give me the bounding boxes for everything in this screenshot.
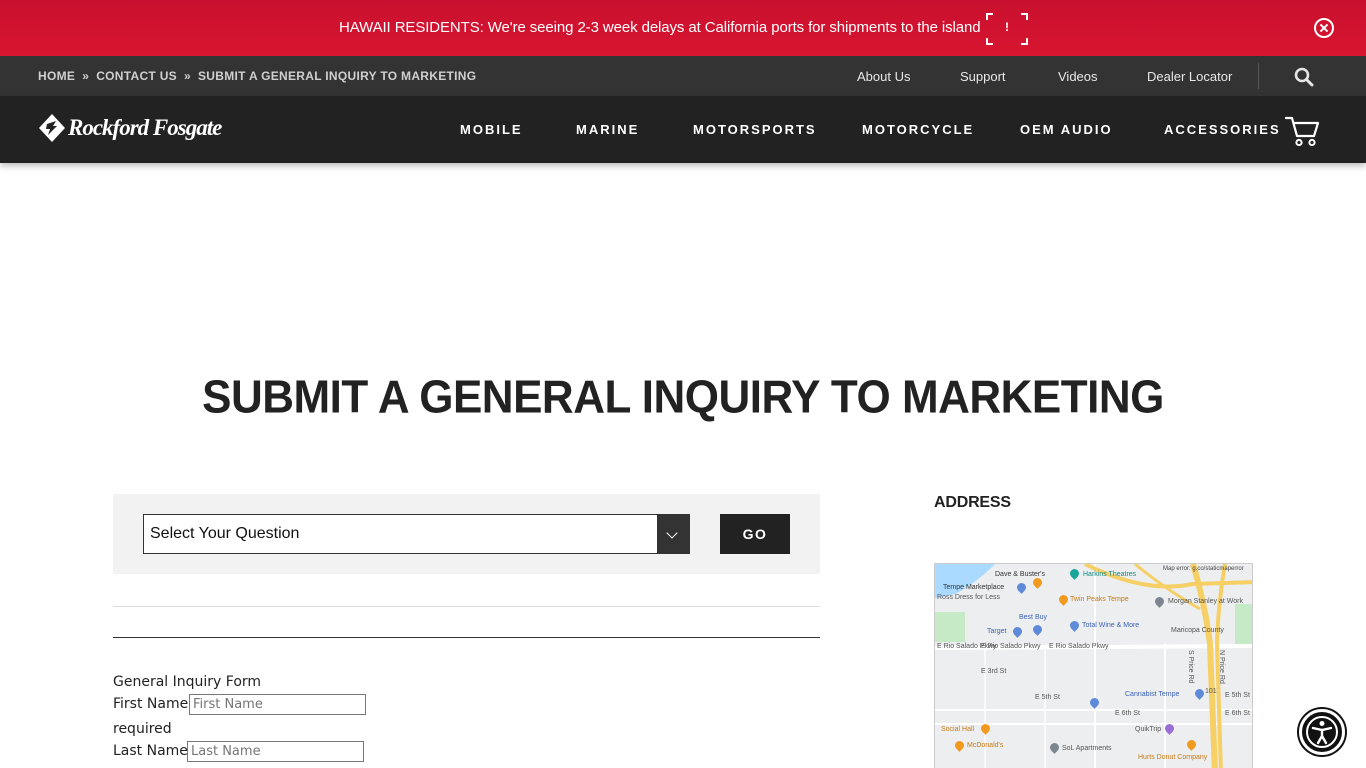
cart-icon[interactable] — [1284, 114, 1320, 148]
alert-bar: HAWAII RESIDENTS: We're seeing 2-3 week … — [0, 0, 1366, 56]
map-label: QuikTrip — [1135, 726, 1162, 733]
last-name-label: Last Name — [113, 743, 188, 759]
dealer-locator-link[interactable]: Dealer Locator — [1147, 69, 1232, 84]
breadcrumb-separator: » — [82, 69, 90, 83]
search-icon[interactable] — [1294, 67, 1314, 87]
alert-expand-icon[interactable]: ! — [986, 13, 1028, 45]
logo-text: Rockford Fosgate — [68, 115, 222, 140]
map-error-text: Map error: g.co/staticmaperror — [1163, 566, 1244, 572]
videos-link[interactable]: Videos — [1058, 69, 1098, 84]
map-label: E 5th St — [1035, 694, 1060, 701]
map-label: Social Hall — [941, 726, 975, 733]
map-label: Cannabist Tempe — [1125, 691, 1180, 698]
first-name-label: First Name — [113, 696, 189, 712]
map-label: 101 — [1205, 688, 1217, 695]
go-button[interactable]: GO — [720, 514, 790, 554]
question-panel: Select Your Question GO — [113, 494, 820, 574]
map-label: E Rio Salado Pkwy — [1049, 643, 1109, 650]
nav-motorsports[interactable]: MOTORSPORTS — [693, 122, 817, 137]
map-label: Maricopa County — [1171, 627, 1224, 634]
utility-bar: HOME » CONTACT US » SUBMIT A GENERAL INQUIRY… — [0, 56, 1366, 96]
nav-motorcycle[interactable]: MOTORCYCLE — [862, 122, 974, 137]
nav-accessories[interactable]: ACCESSORIES — [1164, 122, 1281, 137]
main-nav: Rockford Fosgate MOBILE MARINE MOTORSPOR… — [0, 96, 1366, 163]
required-text: required — [113, 721, 172, 737]
map-label: Twin Peaks Tempe — [1070, 596, 1129, 603]
accessibility-button[interactable] — [1299, 709, 1345, 755]
last-name-input[interactable] — [187, 741, 364, 762]
breadcrumb-home[interactable]: HOME — [38, 69, 75, 83]
map-label: SoL Apartments — [1062, 745, 1112, 752]
map-label: Morgan Stanley at Work — [1168, 598, 1243, 605]
divider — [113, 637, 820, 638]
map-label: E 3rd St — [981, 668, 1007, 675]
logo-mark-icon — [39, 114, 65, 142]
map-label: S Price Rd — [1187, 650, 1194, 684]
breadcrumb: HOME » CONTACT US » SUBMIT A GENERAL INQUIRY… — [38, 69, 476, 83]
map-label: Best Buy — [1019, 614, 1048, 621]
map-label: Hurts Donut Company — [1138, 754, 1208, 761]
breadcrumb-contact-us[interactable]: CONTACT US — [96, 69, 177, 83]
map-label: E 6th St — [1225, 710, 1250, 717]
map-label: Target — [987, 628, 1007, 635]
map-label: E Rio Salado Pkwy — [937, 643, 997, 650]
map-label: Tempe Marketplace — [943, 584, 1005, 591]
nav-oem-audio[interactable]: OEM AUDIO — [1020, 122, 1113, 137]
map[interactable]: Map error: g.co/staticmaperror Dave & Bu… — [934, 563, 1253, 768]
nav-marine[interactable]: MARINE — [576, 122, 639, 137]
nav-mobile[interactable]: MOBILE — [460, 122, 523, 137]
map-label: Ross Dress for Less — [937, 594, 1001, 601]
map-label: Harkins Theatres — [1083, 571, 1137, 578]
map-label: McDonald's — [967, 742, 1004, 749]
map-label: E 6th St — [1115, 710, 1140, 717]
divider — [113, 606, 820, 607]
question-select[interactable]: Select Your Question — [143, 514, 690, 554]
support-link[interactable]: Support — [960, 69, 1006, 84]
alert-badge: ! — [1005, 20, 1009, 34]
close-icon[interactable] — [1314, 18, 1334, 38]
map-label: E 5th St — [1225, 692, 1250, 699]
alert-message[interactable]: HAWAII RESIDENTS: We're seeing 2-3 week … — [339, 19, 981, 36]
first-name-input[interactable] — [189, 694, 366, 715]
map-label: Total Wine & More — [1082, 622, 1140, 629]
breadcrumb-current: SUBMIT A GENERAL INQUIRY TO MARKETING — [197, 69, 477, 83]
chevron-down-icon[interactable] — [657, 515, 689, 553]
divider — [1258, 63, 1259, 89]
accessibility-icon — [1306, 716, 1338, 748]
about-us-link[interactable]: About Us — [857, 69, 910, 84]
breadcrumb-separator: » — [183, 69, 191, 83]
address-heading: ADDRESS — [934, 494, 1011, 511]
form-caption: General Inquiry Form — [113, 674, 262, 690]
question-select-value: Select Your Question — [150, 525, 300, 542]
map-label: N Price Rd — [1218, 650, 1225, 684]
map-label: Dave & Buster's — [995, 571, 1045, 578]
page-title: SUBMIT A GENERAL INQUIRY TO MARKETING — [202, 371, 1164, 424]
